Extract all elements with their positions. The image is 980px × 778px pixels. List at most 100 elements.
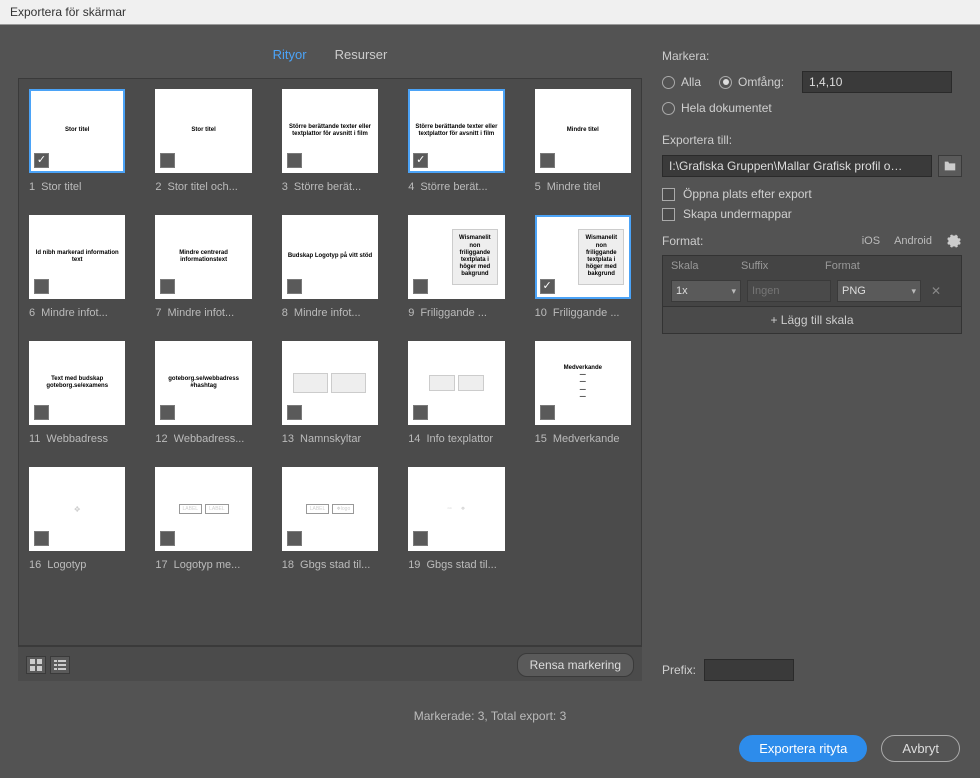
prefix-input[interactable] — [704, 659, 794, 681]
thumbnail-checkbox[interactable] — [160, 279, 175, 294]
artboard-thumbnail[interactable]: Stor titel1Stor titel — [29, 89, 125, 193]
thumbnail-box[interactable]: Större berättande texter eller textplatt… — [408, 89, 504, 173]
thumbnail-box[interactable]: Text med budskap goteborg.se/examens — [29, 341, 125, 425]
add-scale-button[interactable]: + Lägg till skala — [663, 306, 961, 333]
open-after-export-row[interactable]: Öppna plats efter export — [662, 187, 962, 201]
export-artboard-button[interactable]: Exportera rityta — [739, 735, 867, 762]
thumbnail-checkbox[interactable] — [413, 279, 428, 294]
scale-dropdown[interactable]: 1x — [671, 280, 741, 302]
thumbnail-checkbox[interactable] — [287, 531, 302, 546]
thumbnail-box[interactable]: goteborg.se/webbadress #hashtag — [155, 341, 251, 425]
range-input[interactable] — [802, 71, 952, 93]
artboard-thumbnail[interactable]: ▫▫❖19Gbgs stad til... — [408, 467, 504, 571]
thumbnail-name: Gbgs stad til... — [426, 559, 496, 571]
artboard-thumbnail[interactable]: Text med budskap goteborg.se/examens11We… — [29, 341, 125, 445]
thumbnail-number: 14 — [408, 433, 420, 445]
thumbnail-checkbox[interactable] — [287, 279, 302, 294]
export-path-input[interactable] — [662, 155, 932, 177]
artboard-thumbnail[interactable]: goteborg.se/webbadress #hashtag12Webbadr… — [155, 341, 251, 445]
artboard-thumbnail[interactable]: Större berättande texter eller textplatt… — [408, 89, 504, 193]
format-settings-button[interactable] — [946, 233, 962, 249]
ios-preset-link[interactable]: iOS — [862, 235, 880, 247]
radio-full-document[interactable]: Hela dokumentet — [662, 101, 772, 115]
thumbnail-number: 10 — [535, 307, 547, 319]
artboard-thumbnail[interactable]: Budskap Logotyp på vitt stöd8Mindre info… — [282, 215, 378, 319]
browse-folder-button[interactable] — [938, 155, 962, 177]
thumbnail-box[interactable]: Wismanelit non friliggande textplata i h… — [408, 215, 504, 299]
thumbnail-label: 6Mindre infot... — [29, 307, 125, 319]
thumbnail-checkbox[interactable] — [34, 153, 49, 168]
artboard-thumbnail[interactable]: LABEL❖logo 18Gbgs stad til... — [282, 467, 378, 571]
artboard-thumbnail[interactable]: Wismanelit non friliggande textplata i h… — [535, 215, 631, 319]
thumbnail-checkbox[interactable] — [160, 153, 175, 168]
artboard-thumbnail[interactable]: Id nibh markerad information text 6Mindre… — [29, 215, 125, 319]
format-dropdown[interactable]: PNG — [837, 280, 921, 302]
thumbnail-box[interactable]: LABELLABEL — [155, 467, 251, 551]
radio-full-document-label: Hela dokumentet — [681, 101, 772, 115]
thumbnail-checkbox[interactable] — [413, 153, 428, 168]
thumbnail-checkbox[interactable] — [287, 405, 302, 420]
thumbnail-box[interactable]: Id nibh markerad information text — [29, 215, 125, 299]
thumbnail-checkbox[interactable] — [160, 405, 175, 420]
thumbnail-number: 16 — [29, 559, 41, 571]
artboard-thumbnail[interactable]: Mindre centrerad informationstext7Mindre… — [155, 215, 251, 319]
artboard-thumbnail[interactable]: Wismanelit non friliggande textplata i h… — [408, 215, 504, 319]
thumbnail-checkbox[interactable] — [34, 405, 49, 420]
dialog-footer: Markerade: 3, Total export: 3 Exportera … — [0, 691, 980, 778]
thumbnail-number: 17 — [155, 559, 167, 571]
thumbnail-label: 18Gbgs stad til... — [282, 559, 378, 571]
left-bottom-bar: Rensa markering — [18, 646, 642, 681]
format-preset-links: iOS Android — [862, 233, 962, 249]
thumbnail-checkbox[interactable] — [34, 531, 49, 546]
thumbnail-box[interactable]: Wismanelit non friliggande textplata i h… — [535, 215, 631, 299]
artboard-thumbnail[interactable]: ❖16Logotyp — [29, 467, 125, 571]
thumbnail-checkbox[interactable] — [540, 279, 555, 294]
thumbnail-box[interactable]: LABEL❖logo — [282, 467, 378, 551]
thumbnail-box[interactable]: Stor titel — [29, 89, 125, 173]
radio-dot-icon — [662, 102, 675, 115]
thumbnail-box[interactable]: Medverkande———— — [535, 341, 631, 425]
tab-artboards[interactable]: Rityor — [273, 47, 307, 64]
cancel-button[interactable]: Avbryt — [881, 735, 960, 762]
artboard-thumbnail[interactable]: Stor titel2Stor titel och... — [155, 89, 251, 193]
format-row: 1x PNG ✕ — [663, 276, 961, 306]
artboard-thumbnail[interactable]: Medverkande————15Medverkande — [535, 341, 631, 445]
grid-view-icon[interactable] — [26, 656, 46, 674]
thumbnail-checkbox[interactable] — [540, 153, 555, 168]
thumbnail-number: 12 — [155, 433, 167, 445]
thumbnail-box[interactable] — [408, 341, 504, 425]
artboard-thumbnail[interactable]: Större berättande texter eller textplatt… — [282, 89, 378, 193]
thumbnail-name: Gbgs stad til... — [300, 559, 370, 571]
thumbnail-box[interactable]: Stor titel — [155, 89, 251, 173]
thumbnail-checkbox[interactable] — [34, 279, 49, 294]
list-view-icon[interactable] — [50, 656, 70, 674]
artboard-thumbnail[interactable]: 13Namnskyltar — [282, 341, 378, 445]
thumbnail-checkbox[interactable] — [413, 405, 428, 420]
thumbnail-checkbox[interactable] — [540, 405, 555, 420]
thumbnail-box[interactable]: Mindre titel — [535, 89, 631, 173]
artboard-thumbnail[interactable]: LABELLABEL17Logotyp me... — [155, 467, 251, 571]
artboard-thumbnail[interactable]: Mindre titel5Mindre titel — [535, 89, 631, 193]
thumbnail-name: Mindre titel — [547, 181, 601, 193]
thumbnail-box[interactable]: ▫▫❖ — [408, 467, 504, 551]
create-subfolders-row[interactable]: Skapa undermappar — [662, 207, 962, 221]
thumbnail-box[interactable]: Budskap Logotyp på vitt stöd — [282, 215, 378, 299]
thumbnail-label: 4Större berät... — [408, 181, 504, 193]
thumbnail-name: Stor titel — [41, 181, 81, 193]
thumbnail-box[interactable]: ❖ — [29, 467, 125, 551]
radio-all[interactable]: Alla — [662, 75, 701, 89]
remove-format-row-button[interactable]: ✕ — [927, 284, 945, 298]
clear-selection-button[interactable]: Rensa markering — [517, 653, 634, 677]
thumbnail-checkbox[interactable] — [287, 153, 302, 168]
thumbnail-box[interactable]: Mindre centrerad informationstext — [155, 215, 251, 299]
tab-resources[interactable]: Resurser — [335, 47, 388, 64]
artboard-thumbnail[interactable]: 14Info texplattor — [408, 341, 504, 445]
android-preset-link[interactable]: Android — [894, 235, 932, 247]
thumbnail-box[interactable]: Större berättande texter eller textplatt… — [282, 89, 378, 173]
thumbnail-box[interactable] — [282, 341, 378, 425]
thumbnail-checkbox[interactable] — [160, 531, 175, 546]
thumbnail-checkbox[interactable] — [413, 531, 428, 546]
radio-range[interactable]: Omfång: — [719, 75, 784, 89]
format-table: Skala Suffix Format 1x PNG ✕ + Lägg till… — [662, 255, 962, 334]
suffix-input[interactable] — [747, 280, 831, 302]
